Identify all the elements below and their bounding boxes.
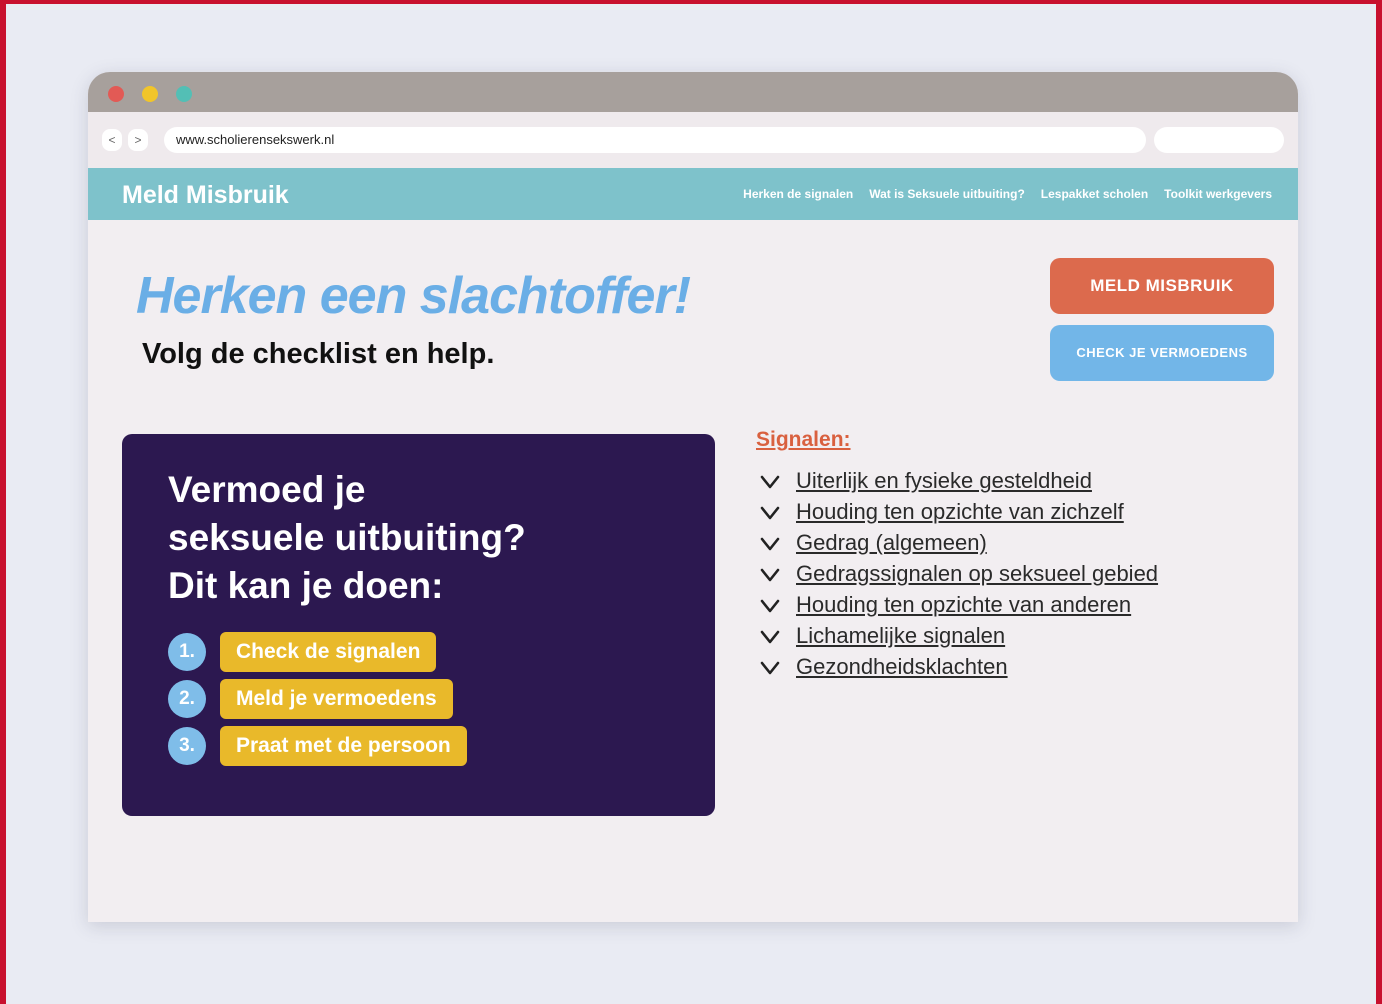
- signal-item[interactable]: Houding ten opzichte van zichzelf: [756, 499, 1226, 530]
- signals-list: Uiterlijk en fysieke gesteldheid Houding…: [756, 468, 1226, 685]
- page-title: Herken een slachtoffer!: [136, 267, 691, 325]
- site-logo[interactable]: Meld Misbruik: [122, 181, 289, 210]
- step-number: 3.: [168, 727, 206, 765]
- step-praat-met-de-persoon[interactable]: Praat met de persoon: [220, 726, 467, 766]
- card-heading-line: seksuele uitbuiting?: [168, 517, 526, 558]
- nav-link-toolkit-werkgevers[interactable]: Toolkit werkgevers: [1164, 187, 1272, 201]
- signal-label[interactable]: Gedrag (algemeen): [796, 530, 987, 556]
- card-heading: Vermoed je seksuele uitbuiting? Dit kan …: [168, 466, 668, 610]
- signal-item[interactable]: Lichamelijke signalen: [756, 623, 1226, 654]
- meld-misbruik-button[interactable]: MELD MISBRUIK: [1050, 258, 1274, 314]
- browser-window: < > www.scholierensekswerk.nl Meld Misbr…: [88, 72, 1298, 922]
- signal-label[interactable]: Houding ten opzichte van anderen: [796, 592, 1131, 618]
- maximize-window-button[interactable]: [176, 86, 192, 102]
- signal-item[interactable]: Uiterlijk en fysieke gesteldheid: [756, 468, 1226, 499]
- signal-item[interactable]: Gedragssignalen op seksueel gebied: [756, 561, 1226, 592]
- title-bar: [88, 72, 1298, 112]
- card-heading-line: Dit kan je doen:: [168, 565, 444, 606]
- step-number: 1.: [168, 633, 206, 671]
- signal-label[interactable]: Uiterlijk en fysieke gesteldheid: [796, 468, 1092, 494]
- check-je-vermoedens-button[interactable]: CHECK JE VERMOEDENS: [1050, 325, 1274, 381]
- minimize-window-button[interactable]: [142, 86, 158, 102]
- signal-item[interactable]: Gezondheidsklachten: [756, 654, 1226, 685]
- background: < > www.scholierensekswerk.nl Meld Misbr…: [6, 4, 1376, 1004]
- step-number: 2.: [168, 680, 206, 718]
- step-meld-je-vermoedens[interactable]: Meld je vermoedens: [220, 679, 453, 719]
- signal-item[interactable]: Houding ten opzichte van anderen: [756, 592, 1226, 623]
- site-navbar: Meld Misbruik Herken de signalen Wat is …: [88, 168, 1298, 220]
- chevron-down-icon: [760, 599, 780, 613]
- signals-heading: Signalen:: [756, 428, 851, 451]
- forward-button[interactable]: >: [128, 129, 148, 151]
- signal-label[interactable]: Gezondheidsklachten: [796, 654, 1008, 680]
- chevron-down-icon: [760, 568, 780, 582]
- chevron-down-icon: [760, 630, 780, 644]
- close-window-button[interactable]: [108, 86, 124, 102]
- browser-search-field[interactable]: [1154, 127, 1284, 153]
- nav-links: Herken de signalen Wat is Seksuele uitbu…: [743, 187, 1272, 201]
- chevron-down-icon: [760, 475, 780, 489]
- url-field[interactable]: www.scholierensekswerk.nl: [164, 127, 1146, 153]
- chevron-down-icon: [760, 506, 780, 520]
- address-bar: < > www.scholierensekswerk.nl: [88, 112, 1298, 168]
- chevron-down-icon: [760, 661, 780, 675]
- back-button[interactable]: <: [102, 129, 122, 151]
- signal-label[interactable]: Gedragssignalen op seksueel gebied: [796, 561, 1158, 587]
- chevron-down-icon: [760, 537, 780, 551]
- signal-item[interactable]: Gedrag (algemeen): [756, 530, 1226, 561]
- card-heading-line: Vermoed je: [168, 469, 366, 510]
- nav-link-wat-is-seksuele-uitbuiting[interactable]: Wat is Seksuele uitbuiting?: [869, 187, 1025, 201]
- nav-link-herken-de-signalen[interactable]: Herken de signalen: [743, 187, 853, 201]
- signal-label[interactable]: Houding ten opzichte van zichzelf: [796, 499, 1124, 525]
- action-card: Vermoed je seksuele uitbuiting? Dit kan …: [122, 434, 715, 816]
- page-subtitle: Volg de checklist en help.: [142, 338, 495, 370]
- nav-link-lespakket-scholen[interactable]: Lespakket scholen: [1041, 187, 1148, 201]
- step-check-de-signalen[interactable]: Check de signalen: [220, 632, 437, 672]
- signal-label[interactable]: Lichamelijke signalen: [796, 623, 1005, 649]
